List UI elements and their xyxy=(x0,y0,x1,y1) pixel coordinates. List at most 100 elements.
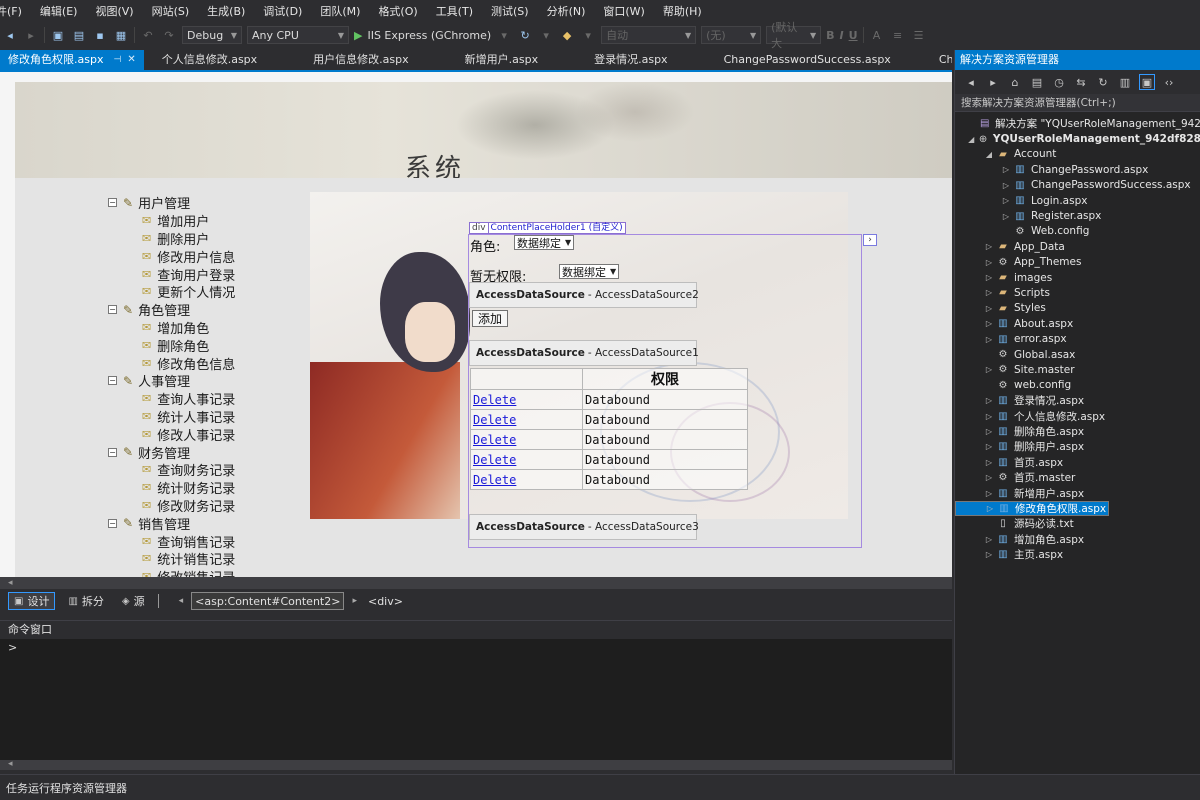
expand-toggle-icon[interactable]: ▷ xyxy=(984,412,994,421)
source-view-button[interactable]: ◈ 源 xyxy=(117,592,150,610)
menu-item[interactable]: 调试(D) xyxy=(254,0,311,24)
expand-toggle-icon[interactable]: ▷ xyxy=(984,273,994,282)
italic-button[interactable]: I xyxy=(840,29,844,42)
solution-tree-item[interactable]: ▷ ▥ 新增用户.aspx xyxy=(955,485,1200,500)
expand-toggle-icon[interactable]: ▷ xyxy=(984,473,994,482)
solution-tree-item[interactable]: ▷ ▰ Scripts xyxy=(955,285,1200,300)
command-horizontal-scrollbar[interactable]: ◂ xyxy=(0,759,952,770)
nav-category[interactable]: − ✎ 财务管理 xyxy=(108,443,308,462)
expand-toggle-icon[interactable]: ◢ xyxy=(967,135,975,144)
nav-category[interactable]: − ✎ 角色管理 xyxy=(108,301,308,319)
nav-item[interactable]: ✉ 增加用户 xyxy=(108,212,308,230)
solution-tree-item[interactable]: ▷ ▥ 登录情况.aspx xyxy=(955,393,1200,408)
expand-toggle-icon[interactable]: ▷ xyxy=(984,365,994,374)
expand-toggle-icon[interactable]: ▷ xyxy=(1001,196,1011,205)
access-data-source-3[interactable]: AccessDataSource - AccessDataSource3 xyxy=(469,514,699,540)
command-prompt[interactable]: > xyxy=(0,639,952,656)
align-icon[interactable]: ≡ xyxy=(890,27,906,43)
expand-toggle-icon[interactable]: ▷ xyxy=(985,504,995,513)
start-debugging-icon[interactable]: ▶ xyxy=(354,29,362,42)
redo-icon[interactable]: ↷ xyxy=(161,27,177,43)
solution-tree-item[interactable]: ⚙ Global.asax xyxy=(955,347,1200,362)
expand-toggle-icon[interactable]: ▷ xyxy=(984,550,994,559)
solution-tree-item[interactable]: ▷ ⚙ Site.master xyxy=(955,362,1200,377)
bold-button[interactable]: B xyxy=(826,29,834,42)
expand-toggle-icon[interactable]: ▷ xyxy=(984,489,994,498)
refresh-icon[interactable]: ↻ xyxy=(1095,74,1111,90)
expand-toggle-icon[interactable]: ▷ xyxy=(1001,181,1011,190)
split-view-button[interactable]: ▥ 拆分 xyxy=(63,592,108,610)
delete-link[interactable]: Delete xyxy=(470,449,583,470)
nav-item[interactable]: ✉ 查询用户登录 xyxy=(108,265,308,284)
access-data-source-2[interactable]: AccessDataSource - AccessDataSource2 xyxy=(469,282,699,308)
solution-tree-item[interactable]: ▤ 解决方案 "YQUserRoleManagement_942 xyxy=(955,116,1200,131)
solution-platform-select[interactable]: Any CPU ▼ xyxy=(247,26,349,44)
delete-link[interactable]: Delete xyxy=(470,429,583,450)
nav-category[interactable]: − ✎ 销售管理 xyxy=(108,514,308,533)
scroll-left-icon[interactable]: ◂ xyxy=(8,759,13,769)
add-button[interactable]: 添加 xyxy=(472,310,509,327)
expand-toggle-icon[interactable]: ◢ xyxy=(984,150,994,159)
scroll-left-icon[interactable]: ◂ xyxy=(8,577,13,589)
menu-item[interactable]: 视图(V) xyxy=(86,0,142,24)
nav-item[interactable]: ✉ 查询销售记录 xyxy=(108,532,308,551)
design-view-button[interactable]: ▣ 设计 xyxy=(8,592,56,610)
undo-icon[interactable]: ↶ xyxy=(140,27,156,43)
solution-configuration-select[interactable]: Debug ▼ xyxy=(182,26,242,44)
collapse-toggle-icon[interactable]: − xyxy=(108,305,117,315)
tab-新增用户[interactable]: 新增用户.aspx xyxy=(457,50,546,70)
nav-item[interactable]: ✉ 修改财务记录 xyxy=(108,497,308,515)
task-runner-explorer-tab[interactable]: 任务运行程序资源管理器 xyxy=(6,780,127,796)
close-icon[interactable]: ✕ xyxy=(127,50,135,70)
tab-修改角色权限[interactable]: 修改角色权限.aspx ⊣ ✕ xyxy=(0,50,144,70)
solution-tree-item[interactable]: ▷ ▥ 主页.aspx xyxy=(955,547,1200,562)
expand-toggle-icon[interactable]: ▷ xyxy=(984,242,994,251)
solution-search-input[interactable]: 搜索解决方案资源管理器(Ctrl+;) xyxy=(955,94,1200,112)
nav-category[interactable]: − ✎ 用户管理 xyxy=(108,194,308,212)
pin-icon[interactable]: ⊣ xyxy=(113,50,121,70)
nav-item[interactable]: ✉ 查询人事记录 xyxy=(108,390,308,408)
access-data-source-1[interactable]: AccessDataSource - AccessDataSource1 xyxy=(469,340,699,366)
view-code-icon[interactable]: ‹› xyxy=(1161,74,1177,90)
bullets-icon[interactable]: ☰ xyxy=(911,27,927,43)
solution-tree-item[interactable]: ▷ ▥ 增加角色.aspx xyxy=(955,532,1200,547)
nav-item[interactable]: ✉ 更新个人情况 xyxy=(108,283,308,301)
collapse-toggle-icon[interactable]: − xyxy=(108,447,117,457)
solution-tree-item[interactable]: ⚙ web.config xyxy=(955,378,1200,393)
chevron-down-icon[interactable]: ▾ xyxy=(580,27,596,43)
solution-tree-item[interactable]: ▷ ▥ 删除用户.aspx xyxy=(955,439,1200,454)
chevron-down-icon[interactable]: ▾ xyxy=(496,27,512,43)
breadcrumb-content2[interactable]: <asp:Content#Content2> xyxy=(191,592,345,610)
tab-登录情况[interactable]: 登录情况.aspx xyxy=(586,50,675,70)
solution-tree-item[interactable]: ▷ ▥ ChangePasswordSuccess.aspx xyxy=(955,178,1200,193)
solution-tree-item[interactable]: ▷ ▥ 修改角色权限.aspx xyxy=(955,500,1110,517)
tab-用户信息修改[interactable]: 用户信息修改.aspx xyxy=(305,50,416,70)
menu-item[interactable]: 编辑(E) xyxy=(31,0,87,24)
solution-tree-item[interactable]: ▷ ▥ About.aspx xyxy=(955,316,1200,331)
expand-toggle-icon[interactable]: ▷ xyxy=(984,396,994,405)
save-icon[interactable]: ▪ xyxy=(92,27,108,43)
solution-tree-item[interactable]: ▷ ▥ Register.aspx xyxy=(955,208,1200,223)
command-window[interactable]: 命令窗口 > xyxy=(0,620,952,770)
delete-link[interactable]: Delete xyxy=(470,409,583,430)
solution-tree-item[interactable]: ▷ ▥ ChangePassword.aspx xyxy=(955,162,1200,177)
refresh-icon[interactable]: ↻ xyxy=(517,27,533,43)
menu-item[interactable]: 网站(S) xyxy=(143,0,199,24)
menu-item[interactable]: 件(F) xyxy=(0,0,31,24)
solution-tree-item[interactable]: ▷ ▰ App_Data xyxy=(955,239,1200,254)
collapse-toggle-icon[interactable]: − xyxy=(108,376,117,386)
tab-changepasswordsuccess[interactable]: ChangePasswordSuccess.aspx xyxy=(716,50,899,70)
menu-item[interactable]: 窗口(W) xyxy=(594,0,653,24)
block-format-select[interactable]: 自动 ▼ xyxy=(601,26,697,44)
permission-select[interactable]: 数据绑定 ▼ xyxy=(559,264,620,279)
design-horizontal-scrollbar[interactable]: ◂ xyxy=(0,577,952,589)
solution-tree-item[interactable]: ◢ ⊕ YQUserRoleManagement_942df828 xyxy=(955,131,1200,146)
home-icon[interactable]: ⌂ xyxy=(1007,74,1023,90)
expand-toggle-icon[interactable]: ▷ xyxy=(1001,212,1011,221)
nav-item[interactable]: ✉ 统计人事记录 xyxy=(108,408,308,426)
collapse-all-icon[interactable]: ▥ xyxy=(1117,74,1133,90)
show-all-files-icon[interactable]: ▣ xyxy=(1139,74,1155,90)
nav-item[interactable]: ✉ 查询财务记录 xyxy=(108,461,308,479)
menu-item[interactable]: 测试(S) xyxy=(482,0,538,24)
menu-item[interactable]: 团队(M) xyxy=(311,0,369,24)
